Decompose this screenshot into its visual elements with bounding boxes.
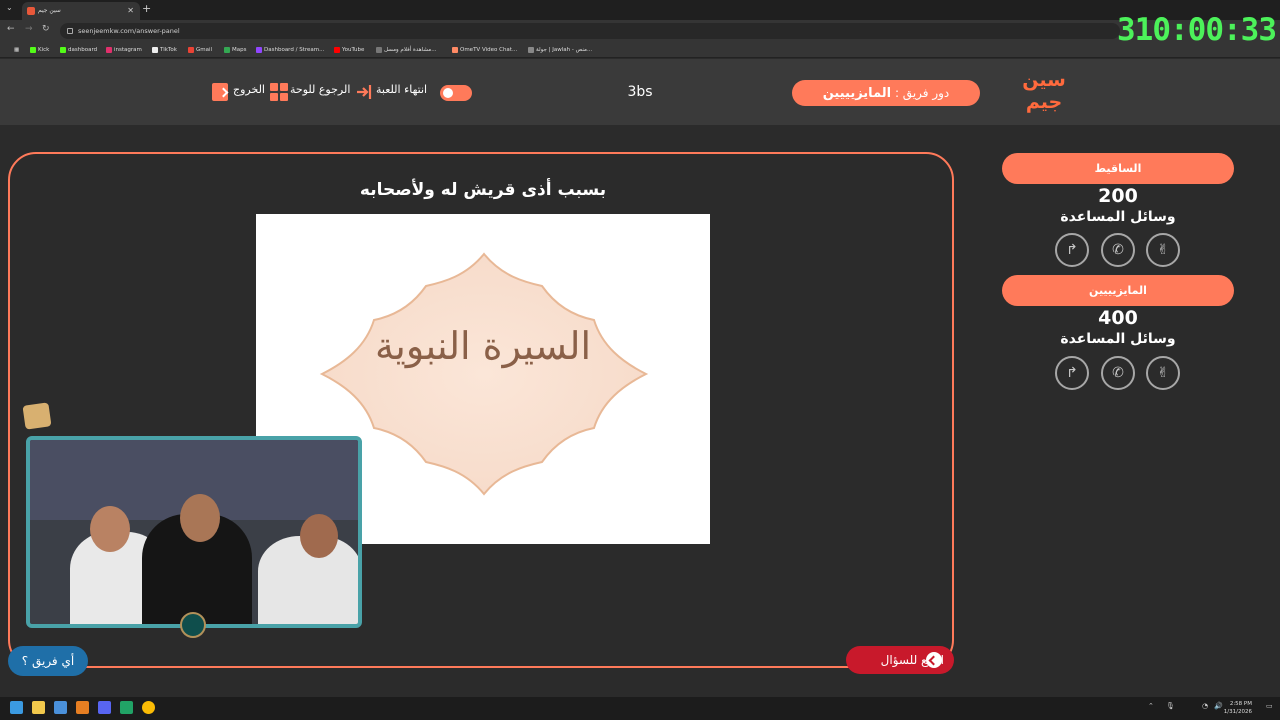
tray-chevron-icon[interactable]: ⌃ — [1148, 702, 1154, 710]
team-turn-badge: دور فريق : المايزيييين — [792, 80, 980, 106]
crown-badge-icon — [22, 402, 52, 430]
exit-door-icon — [212, 83, 228, 101]
clock-time: 2:58 PM — [1229, 701, 1252, 707]
question-text: بسبب أذى قريش له ولأصحابه — [359, 180, 607, 200]
team-1-helps-label: وسائل المساعدة — [1060, 209, 1176, 225]
end-game-toggle[interactable] — [440, 85, 472, 101]
bookmark-jawlah[interactable]: جولة | Jawlah - منص... — [528, 45, 592, 55]
start-windows-icon[interactable] — [10, 701, 23, 714]
volume-icon[interactable]: 🔊 — [1214, 702, 1223, 710]
team-1-score: 200 — [1098, 185, 1138, 207]
team-1-two-answers-icon[interactable]: ✌ — [1146, 233, 1180, 267]
webcam-badge-icon — [180, 612, 206, 638]
bookmarks-bar: ▦ Kick dashboard instagram TikTok Gmail … — [0, 42, 1280, 58]
file-explorer-icon[interactable] — [32, 701, 45, 714]
bookmark-instagram[interactable]: instagram — [106, 45, 142, 55]
tab-title: سين جيم — [38, 7, 61, 14]
store-icon[interactable] — [54, 701, 67, 714]
bookmark-kick[interactable]: Kick — [30, 45, 49, 55]
discord-icon[interactable] — [98, 701, 111, 714]
address-bar-row: ← → ↻ seenjeemkw.com/answer-panel — [0, 20, 1280, 42]
bookmark-dashboard[interactable]: dashboard — [60, 45, 97, 55]
game-header: سين جيم دور فريق : المايزيييين 3bs انتها… — [0, 59, 1280, 125]
bookmark-maps[interactable]: Maps — [224, 45, 246, 55]
logo-line-2: جيم — [1025, 91, 1063, 113]
bookmark-youtube[interactable]: YouTube — [334, 45, 364, 55]
tab-search-icon[interactable]: ⌄ — [6, 3, 13, 12]
apps-grid-icon[interactable]: ▦ — [6, 45, 19, 55]
turn-team-name: المايزيييين — [822, 86, 892, 101]
bookmark-tiktok[interactable]: TikTok — [152, 45, 177, 55]
bookmark-ometv[interactable]: OmeTV Video Chat... — [452, 45, 517, 55]
site-info-icon[interactable] — [67, 28, 73, 34]
team-2-name: المايزيييين — [1002, 275, 1234, 306]
browser-tab-active[interactable]: سين جيم ✕ — [22, 2, 140, 20]
taskbar-clock[interactable]: 2:58 PM 1/31/2026 — [1224, 700, 1252, 716]
close-tab-icon[interactable]: ✕ — [127, 2, 134, 20]
game-code: 3bs — [627, 84, 653, 100]
site-favicon-icon — [27, 7, 35, 15]
team-1-phone-icon[interactable]: ✆ — [1101, 233, 1135, 267]
new-tab-icon[interactable]: + — [142, 2, 151, 15]
logo-line-1: سين — [1022, 69, 1066, 91]
clock-date: 1/31/2026 — [1223, 709, 1252, 715]
end-game-arrow-icon — [357, 85, 372, 99]
chevron-left-icon — [926, 652, 942, 668]
turn-label: دور فريق : — [894, 86, 950, 100]
app-icon[interactable] — [76, 701, 89, 714]
excel-icon[interactable] — [120, 701, 133, 714]
notifications-icon[interactable]: ▭ — [1266, 702, 1273, 710]
bookmark-dashboard-stream[interactable]: Dashboard / Stream... — [256, 45, 324, 55]
team-2-helps-label: وسائل المساعدة — [1060, 331, 1176, 347]
back-to-question-button[interactable]: ارجع للسؤال — [846, 646, 954, 674]
ornate-frame-icon — [319, 252, 649, 496]
chrome-icon[interactable] — [142, 701, 155, 714]
bookmark-movies[interactable]: مشاهدة أفلام ومسل... — [376, 45, 436, 55]
overlay-timer: 310:00:33 — [1117, 12, 1277, 48]
bookmark-gmail[interactable]: Gmail — [188, 45, 212, 55]
team-2-call-forward-icon[interactable]: ↱ — [1055, 356, 1089, 390]
exit-button[interactable]: الخروج — [233, 83, 265, 96]
browser-tab-bar: ⌄ سين جيم ✕ + — [0, 0, 1280, 20]
end-game-button[interactable]: انتهاء اللعبة — [376, 83, 427, 96]
webcam-overlay — [26, 436, 362, 628]
reload-icon[interactable]: ↻ — [42, 24, 50, 34]
back-arrow-icon[interactable]: ← — [7, 24, 15, 34]
url-input[interactable]: seenjeemkw.com/answer-panel — [60, 23, 1120, 39]
team-2-two-answers-icon[interactable]: ✌ — [1146, 356, 1180, 390]
wifi-icon[interactable]: ◔ — [1202, 702, 1208, 710]
back-to-board-button[interactable]: الرجوع للوحة — [290, 83, 350, 96]
team-2-phone-icon[interactable]: ✆ — [1101, 356, 1135, 390]
microphone-icon[interactable]: 🎙 — [1166, 702, 1175, 710]
windows-taskbar: ⌃ 🎙 ◔ 🔊 2:58 PM 1/31/2026 ▭ — [0, 697, 1280, 720]
team-1-call-forward-icon[interactable]: ↱ — [1055, 233, 1089, 267]
team-1-name: الساقيط — [1002, 153, 1234, 184]
which-team-button[interactable]: أي فريق ؟ — [8, 646, 88, 676]
image-calligraphy: السيرة النبوية — [374, 324, 592, 368]
forward-arrow-icon[interactable]: → — [25, 24, 33, 34]
url-text: seenjeemkw.com/answer-panel — [78, 27, 180, 35]
site-logo[interactable]: سين جيم — [1018, 69, 1070, 115]
board-grid-icon — [270, 83, 288, 101]
team-2-score: 400 — [1098, 307, 1138, 329]
